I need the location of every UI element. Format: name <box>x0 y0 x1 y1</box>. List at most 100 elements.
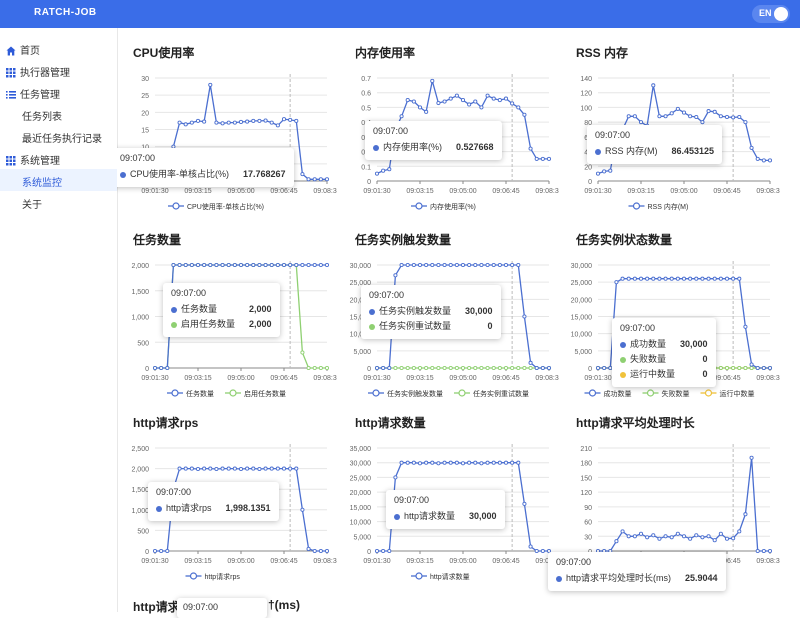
y-tick-label: 90 <box>584 505 592 512</box>
legend-label[interactable]: 任务实例触发数量 <box>387 389 443 398</box>
legend-label[interactable]: RSS 内存(M) <box>648 202 689 211</box>
tooltip-label: http请求平均处理时长(ms) <box>566 573 672 583</box>
data-point <box>651 533 656 538</box>
data-point <box>503 460 509 465</box>
legend-marker[interactable] <box>646 389 655 397</box>
data-point <box>540 548 545 554</box>
legend-label[interactable]: 内存使用率(%) <box>430 202 476 211</box>
legend-marker[interactable] <box>704 389 713 397</box>
y-tick-label: 0 <box>588 179 592 186</box>
x-tick-label: 09:08:30 <box>313 375 337 382</box>
data-point <box>312 262 317 268</box>
data-point <box>238 466 244 472</box>
x-tick-label: 09:06:45 <box>492 375 519 382</box>
data-point <box>694 114 699 120</box>
data-point <box>436 365 441 371</box>
data-point <box>214 262 219 268</box>
legend-marker[interactable] <box>415 572 423 580</box>
sidebar-item-task-management[interactable]: 任务管理 <box>0 81 117 103</box>
data-point <box>761 548 766 554</box>
y-tick-label: 15 <box>141 128 149 135</box>
legend-marker[interactable] <box>229 389 237 397</box>
y-tick-label: 30 <box>141 76 149 83</box>
tooltip-label: 内存使用率(%) <box>383 142 442 152</box>
legend-label[interactable]: http请求rps <box>205 572 241 581</box>
data-point <box>528 146 533 151</box>
tooltip-row: http请求平均处理时长(ms) 25.9044 <box>556 571 718 586</box>
sidebar-item-system-monitor[interactable]: 系统监控 <box>0 169 117 191</box>
legend-marker[interactable] <box>189 572 198 580</box>
data-point <box>300 350 305 355</box>
legend-label[interactable]: http请求数量 <box>430 572 470 581</box>
y-tick-label: 120 <box>580 490 592 497</box>
data-point <box>318 262 323 268</box>
data-point <box>479 262 484 268</box>
tooltip-time: 09:07:00 <box>183 602 219 612</box>
legend-marker[interactable] <box>172 202 180 210</box>
data-point <box>318 177 323 182</box>
data-point <box>700 276 705 281</box>
legend-label[interactable]: 成功数量 <box>604 389 632 398</box>
sidebar-item-about[interactable]: 关于 <box>0 191 117 213</box>
x-tick-label: 09:01:30 <box>363 375 390 382</box>
tooltip-time: 09:07:00 <box>620 323 656 333</box>
data-point <box>626 534 631 539</box>
y-tick-label: 20,000 <box>571 297 593 304</box>
legend-label[interactable]: 失败数量 <box>662 389 690 398</box>
legend-marker[interactable] <box>372 389 380 397</box>
tooltip-value: 30,000 <box>469 511 497 521</box>
legend-marker[interactable] <box>171 389 179 397</box>
language-toggle[interactable]: EN <box>752 5 790 23</box>
data-point <box>238 119 244 124</box>
data-point <box>595 171 601 176</box>
data-point <box>503 365 509 371</box>
tooltip-value: 0 <box>702 369 708 379</box>
sidebar-item-executor-management[interactable]: 执行器管理 <box>0 59 117 81</box>
legend-label[interactable]: 任务实例重试数量 <box>473 389 529 398</box>
data-point <box>467 365 472 371</box>
data-point <box>300 172 305 177</box>
data-point <box>694 533 699 538</box>
data-point <box>294 466 299 471</box>
chart-tooltip: 09:07:00 CPU使用率-单核占比(%) 17.768267 <box>117 148 294 187</box>
data-point <box>281 466 287 471</box>
legend-label[interactable]: 运行中数量 <box>720 389 755 398</box>
partial-chart-title: http请求 <box>133 600 180 614</box>
data-point <box>417 461 423 466</box>
data-point <box>749 145 754 150</box>
legend-label[interactable]: CPU使用率-单核占比(%) <box>187 202 264 211</box>
data-point <box>491 262 496 268</box>
x-tick-label: 09:01:30 <box>584 188 611 195</box>
data-point <box>737 365 742 371</box>
legend-label[interactable]: 任务数量 <box>186 389 214 398</box>
data-point <box>387 167 392 172</box>
data-point <box>516 105 521 110</box>
data-point <box>232 466 237 471</box>
y-tick-label: 0.1 <box>361 164 371 171</box>
data-point <box>608 168 613 173</box>
data-point <box>208 262 213 268</box>
legend-label[interactable]: 启用任务数量 <box>244 389 286 398</box>
x-tick-label: 09:06:45 <box>270 375 297 382</box>
data-point <box>257 262 262 268</box>
sidebar-item-home[interactable]: 首页 <box>0 37 117 59</box>
legend-marker[interactable] <box>588 389 597 397</box>
sidebar-item-system-management[interactable]: 系统管理 <box>0 147 117 169</box>
data-point <box>460 98 466 103</box>
data-point <box>387 548 392 554</box>
tooltip-time: 09:07:00 <box>156 487 192 497</box>
legend-marker[interactable] <box>632 202 641 210</box>
data-point <box>238 262 244 268</box>
sidebar-item-task-list[interactable]: 任务列表 <box>0 103 117 125</box>
data-point <box>663 534 668 539</box>
data-point <box>632 114 637 119</box>
data-point <box>324 548 330 554</box>
data-point <box>491 460 496 465</box>
sidebar-item-recent-executions[interactable]: 最近任务执行记录 <box>0 125 117 147</box>
legend-marker[interactable] <box>458 389 466 397</box>
tooltip-row: 内存使用率(%) 0.527668 <box>373 140 494 155</box>
tooltip-label: http请求rps <box>166 503 212 513</box>
y-tick-label: 30,000 <box>350 461 372 468</box>
legend-marker[interactable] <box>415 202 423 210</box>
y-tick-label: 5,000 <box>574 349 592 356</box>
